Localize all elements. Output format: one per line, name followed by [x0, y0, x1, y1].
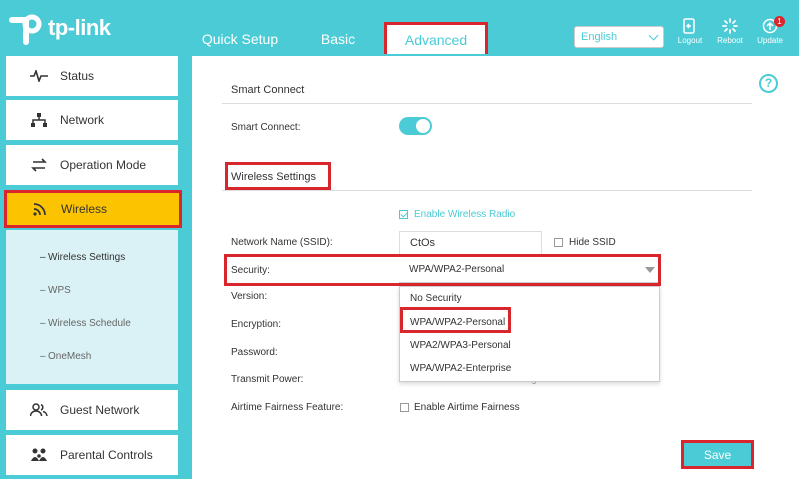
- submenu-wps[interactable]: WPS: [40, 285, 71, 296]
- submenu-wireless-schedule[interactable]: Wireless Schedule: [40, 318, 131, 329]
- reboot-button[interactable]: Reboot: [712, 18, 748, 45]
- tp-link-logo-icon: [8, 10, 44, 46]
- save-button[interactable]: Save: [681, 440, 754, 469]
- help-icon[interactable]: ?: [759, 74, 778, 93]
- update-button[interactable]: 1 Update: [752, 16, 788, 45]
- sidebar-item-operation-mode[interactable]: Operation Mode: [6, 145, 178, 185]
- submenu-onemesh[interactable]: OneMesh: [40, 351, 91, 362]
- airtime-fairness-checkbox-label: Enable Airtime Fairness: [414, 402, 520, 413]
- enable-wireless-radio-label: Enable Wireless Radio: [414, 209, 516, 220]
- logo-text: tp-link: [48, 15, 111, 40]
- wifi-icon: [29, 202, 51, 216]
- tab-quick-setup[interactable]: Quick Setup: [196, 22, 284, 56]
- password-label: Password:: [231, 347, 278, 358]
- logout-label: Logout: [677, 36, 703, 45]
- sidebar-item-guest-network[interactable]: Guest Network: [6, 390, 178, 430]
- smart-connect-title: Smart Connect: [231, 84, 305, 96]
- reboot-label: Reboot: [717, 36, 743, 45]
- sidebar-item-label: Wireless: [61, 202, 108, 216]
- sidebar-item-network[interactable]: Network: [6, 100, 178, 140]
- encryption-label: Encryption:: [231, 319, 282, 330]
- airtime-fairness-checkbox[interactable]: [400, 403, 409, 412]
- users-icon: [28, 403, 50, 417]
- hide-ssid-checkbox[interactable]: [554, 238, 563, 247]
- tp-link-logo: tp-link: [8, 10, 111, 46]
- smart-connect-toggle[interactable]: [399, 117, 432, 135]
- sidebar-item-wireless[interactable]: Wireless: [4, 190, 182, 228]
- swap-icon: [28, 158, 50, 172]
- logout-button[interactable]: Logout: [672, 18, 708, 45]
- security-option-wpa2-wpa3-personal[interactable]: WPA2/WPA3-Personal: [410, 340, 511, 351]
- sidebar-item-label: Guest Network: [60, 403, 140, 417]
- ssid-label: Network Name (SSID):: [231, 237, 333, 248]
- smart-connect-label: Smart Connect:: [231, 122, 301, 133]
- tab-basic[interactable]: Basic: [312, 22, 364, 56]
- security-option-none[interactable]: No Security: [410, 293, 462, 304]
- update-label: Update: [757, 36, 783, 45]
- sidebar-item-status[interactable]: Status: [6, 56, 178, 96]
- enable-wireless-radio-checkbox[interactable]: [399, 210, 408, 219]
- option-highlight: [400, 307, 511, 333]
- divider: [222, 103, 752, 104]
- submenu-wireless-settings[interactable]: Wireless Settings: [40, 252, 125, 263]
- ssid-input[interactable]: CtOs: [399, 231, 542, 255]
- airtime-fairness-label: Airtime Fairness Feature:: [231, 402, 344, 413]
- family-icon: [28, 448, 50, 462]
- hide-ssid-label: Hide SSID: [569, 237, 616, 248]
- update-badge: 1: [774, 16, 785, 27]
- sidebar-item-label: Operation Mode: [60, 158, 147, 172]
- security-highlight: [224, 254, 661, 286]
- version-label: Version:: [231, 291, 268, 302]
- security-option-wpa-wpa2-enterprise[interactable]: WPA/WPA2-Enterprise: [410, 363, 511, 374]
- pulse-icon: [28, 70, 50, 82]
- reboot-icon: [722, 18, 738, 34]
- tab-advanced[interactable]: Advanced: [384, 22, 488, 54]
- sidebar-item-label: Network: [60, 113, 105, 127]
- save-label: Save: [684, 443, 751, 466]
- sidebar-item-label: Parental Controls: [60, 448, 153, 462]
- transmit-power-label: Transmit Power:: [231, 374, 304, 385]
- network-icon: [28, 113, 50, 127]
- chevron-down-icon: [648, 30, 659, 40]
- sidebar-item-label: Status: [60, 69, 95, 83]
- divider: [222, 190, 752, 191]
- sidebar-item-parental-controls[interactable]: Parental Controls: [6, 435, 178, 475]
- language-select[interactable]: English: [574, 26, 664, 48]
- language-value: English: [581, 31, 618, 43]
- security-dropdown: No Security WPA/WPA2-Personal WPA2/WPA3-…: [399, 286, 660, 382]
- logout-icon: [683, 18, 695, 34]
- wireless-settings-title: Wireless Settings: [231, 171, 316, 183]
- wireless-submenu: Wireless Settings WPS Wireless Schedule …: [6, 230, 178, 384]
